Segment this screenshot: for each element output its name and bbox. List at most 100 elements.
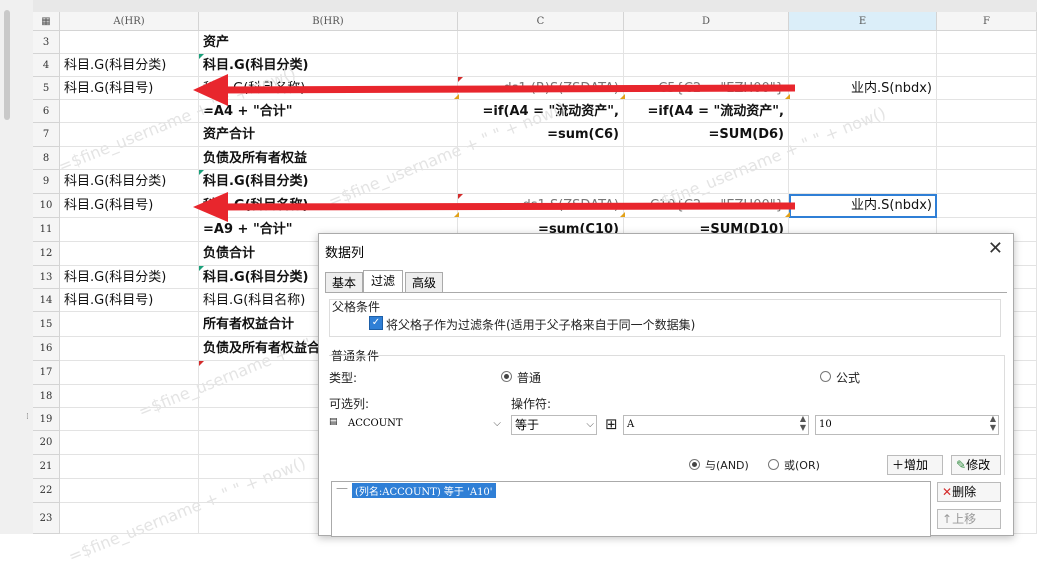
cell-a4[interactable]: 科目.G(科目分类): [60, 54, 199, 77]
chevron-down-icon[interactable]: ⌵: [586, 416, 594, 434]
cell-e8[interactable]: [789, 147, 937, 170]
cell-a9[interactable]: 科目.G(科目分类): [60, 170, 199, 194]
condition-list-item[interactable]: (列名:ACCOUNT) 等于 'A10': [352, 483, 496, 498]
splitter-grip-icon[interactable]: ⁞: [26, 412, 29, 422]
tab-basic[interactable]: 基本: [325, 272, 363, 292]
column-header-e[interactable]: E: [789, 12, 937, 31]
cell-a7[interactable]: [60, 123, 199, 147]
cell-a10[interactable]: 科目.G(科目号): [60, 194, 199, 218]
cell-c4[interactable]: [458, 54, 624, 77]
cell-b3[interactable]: 资产: [199, 31, 458, 54]
value-input-a[interactable]: A ▲ ▼: [623, 414, 809, 435]
cell-f5[interactable]: [937, 77, 1037, 100]
column-select[interactable]: ACCOUNT ⌵: [345, 415, 503, 435]
cell-e4[interactable]: [789, 54, 937, 77]
corner-select-all[interactable]: ▦: [33, 12, 60, 31]
cell-c10[interactable]: ds1.S(ZSDATA): [458, 194, 624, 218]
cell-e9[interactable]: [789, 170, 937, 194]
row-header-9[interactable]: 9: [33, 170, 60, 194]
left-scrollbar[interactable]: [4, 10, 10, 120]
cell-a15[interactable]: [60, 312, 199, 337]
column-header-f[interactable]: F: [937, 12, 1037, 31]
row-header-16[interactable]: 16: [33, 337, 60, 361]
row-header-6[interactable]: 6: [33, 100, 60, 123]
column-header-c[interactable]: C: [458, 12, 624, 31]
tab-filter[interactable]: 过滤: [363, 270, 403, 292]
cell-b5[interactable]: 科目.G(科目名称): [199, 77, 458, 100]
cell-a17[interactable]: [60, 361, 199, 385]
cell-a6[interactable]: [60, 100, 199, 123]
cell-f10[interactable]: [937, 194, 1037, 218]
cell-f7[interactable]: [937, 123, 1037, 147]
cell-f9[interactable]: [937, 170, 1037, 194]
cell-e6[interactable]: [789, 100, 937, 123]
row-header-12[interactable]: 12: [33, 242, 60, 266]
modify-button[interactable]: ✎修改: [951, 455, 1001, 475]
cell-b10[interactable]: 科目.G(科目名称): [199, 194, 458, 218]
delete-button[interactable]: ✕删除: [937, 482, 1001, 502]
spinner-icon[interactable]: ▲ ▼: [800, 414, 806, 432]
cell-b8[interactable]: 负债及所有者权益: [199, 147, 458, 170]
row-header-23[interactable]: 23: [33, 503, 60, 534]
column-header-d[interactable]: D: [624, 12, 789, 31]
cell-d7[interactable]: =SUM(D6): [624, 123, 789, 147]
cell-a11[interactable]: [60, 218, 199, 242]
parameter-icon[interactable]: ⊞: [605, 415, 618, 433]
cell-f8[interactable]: [937, 147, 1037, 170]
tab-advanced[interactable]: 高级: [405, 272, 443, 292]
row-header-15[interactable]: 15: [33, 312, 60, 337]
row-header-22[interactable]: 22: [33, 479, 60, 503]
row-header-10[interactable]: 10: [33, 194, 60, 218]
row-header-18[interactable]: 18: [33, 385, 60, 408]
cell-b9[interactable]: 科目.G(科目分类): [199, 170, 458, 194]
row-header-19[interactable]: 19: [33, 408, 60, 431]
row-header-20[interactable]: 20: [33, 431, 60, 455]
cell-a22[interactable]: [60, 479, 199, 503]
cell-d5[interactable]: C5{C2 = "EZH00"}: [624, 77, 789, 100]
chevron-down-icon[interactable]: ⌵: [493, 415, 501, 433]
column-header-b[interactable]: B(HR): [199, 12, 458, 31]
cell-a16[interactable]: [60, 337, 199, 361]
row-header-5[interactable]: 5: [33, 77, 60, 100]
cell-d9[interactable]: [624, 170, 789, 194]
cell-a19[interactable]: [60, 408, 199, 431]
row-header-7[interactable]: 7: [33, 123, 60, 147]
row-header-4[interactable]: 4: [33, 54, 60, 77]
cell-e10[interactable]: 业内.S(nbdx): [789, 194, 937, 218]
cell-d6[interactable]: =if(A4 = "流动资产",: [624, 100, 789, 123]
cell-d4[interactable]: [624, 54, 789, 77]
row-header-11[interactable]: 11: [33, 218, 60, 242]
cell-f4[interactable]: [937, 54, 1037, 77]
row-header-8[interactable]: 8: [33, 147, 60, 170]
cell-a14[interactable]: 科目.G(科目号): [60, 289, 199, 312]
cell-e3[interactable]: [789, 31, 937, 54]
cell-e7[interactable]: [789, 123, 937, 147]
cell-a8[interactable]: [60, 147, 199, 170]
cell-c9[interactable]: [458, 170, 624, 194]
and-radio[interactable]: [689, 459, 700, 470]
parent-filter-checkbox[interactable]: ✓: [369, 316, 383, 330]
cell-a21[interactable]: [60, 455, 199, 479]
add-button[interactable]: ＋增加: [887, 455, 943, 475]
value-input-b[interactable]: 10 ▲ ▼: [815, 414, 999, 435]
cell-b6[interactable]: =A4 + "合计": [199, 100, 458, 123]
cell-b4[interactable]: 科目.G(科目分类): [199, 54, 458, 77]
cell-a20[interactable]: [60, 431, 199, 455]
or-radio[interactable]: [768, 459, 779, 470]
move-up-button[interactable]: ↑上移: [937, 509, 1001, 529]
cell-f6[interactable]: [937, 100, 1037, 123]
cell-a12[interactable]: [60, 242, 199, 266]
cell-c8[interactable]: [458, 147, 624, 170]
cell-c3[interactable]: [458, 31, 624, 54]
type-normal-radio[interactable]: [501, 371, 512, 382]
cell-c5[interactable]: ds1.(R)S(ZSDATA): [458, 77, 624, 100]
cell-a13[interactable]: 科目.G(科目分类): [60, 266, 199, 289]
cell-a5[interactable]: 科目.G(科目号): [60, 77, 199, 100]
cell-a3[interactable]: [60, 31, 199, 54]
column-header-a[interactable]: A(HR): [60, 12, 199, 31]
cell-c7[interactable]: =sum(C6): [458, 123, 624, 147]
condition-list[interactable]: — (列名:ACCOUNT) 等于 'A10': [331, 481, 931, 537]
row-header-3[interactable]: 3: [33, 31, 60, 54]
type-formula-radio[interactable]: [820, 371, 831, 382]
cell-d8[interactable]: [624, 147, 789, 170]
